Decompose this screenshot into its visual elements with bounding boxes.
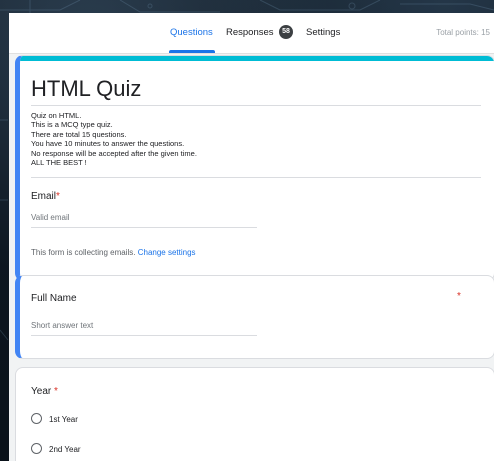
question-card-full-name[interactable]: Full Name * Short answer text xyxy=(15,275,494,359)
collecting-emails-note: This form is collecting emails. Change s… xyxy=(31,248,196,257)
top-navigation-bar: Questions Responses 58 Settings Total po… xyxy=(9,13,494,54)
required-asterisk: * xyxy=(54,386,58,397)
radio-option-2nd-year[interactable] xyxy=(31,443,42,454)
description-underline xyxy=(31,177,481,178)
form-title[interactable]: HTML Quiz xyxy=(31,76,141,102)
description-line: No response will be accepted after the g… xyxy=(31,148,197,158)
tab-questions[interactable]: Questions xyxy=(170,27,213,38)
description-line: ALL THE BEST ! xyxy=(31,158,87,168)
email-label-text: Email xyxy=(31,191,57,202)
change-settings-link[interactable]: Change settings xyxy=(138,248,196,257)
description-line: There are total 15 questions. xyxy=(31,129,127,139)
header-color-strip xyxy=(20,56,494,61)
email-field[interactable]: Valid email xyxy=(31,213,70,222)
short-answer-underline xyxy=(31,335,257,336)
short-answer-field[interactable]: Short answer text xyxy=(31,321,93,330)
tab-responses[interactable]: Responses xyxy=(226,27,274,38)
email-label: Email* xyxy=(31,191,60,202)
required-asterisk: * xyxy=(457,291,461,302)
question-card-year[interactable]: Year * 1st Year 2nd Year xyxy=(15,367,494,461)
required-asterisk: * xyxy=(56,191,60,202)
radio-option-1st-year[interactable] xyxy=(31,413,42,424)
description-line: This is a MCQ type quiz. xyxy=(31,120,113,130)
collecting-emails-text: This form is collecting emails. xyxy=(31,248,136,257)
question-title[interactable]: Full Name xyxy=(31,293,77,304)
question-title[interactable]: Year * xyxy=(31,386,58,397)
total-points-label: Total points: 15 xyxy=(436,28,490,37)
tab-settings[interactable]: Settings xyxy=(306,27,340,38)
option-label: 2nd Year xyxy=(49,445,81,454)
option-label: 1st Year xyxy=(49,415,78,424)
forms-editor-panel: Questions Responses 58 Settings Total po… xyxy=(9,13,494,461)
question-title-text: Year xyxy=(31,386,52,397)
responses-count-badge: 58 xyxy=(279,25,293,39)
active-tab-indicator xyxy=(169,50,215,53)
description-line: You have 10 minutes to answer the questi… xyxy=(31,139,185,149)
email-field-underline xyxy=(31,227,257,228)
description-line: Quiz on HTML. xyxy=(31,111,82,120)
form-header-card[interactable]: HTML Quiz Quiz on HTML. This is a MCQ ty… xyxy=(15,55,494,281)
form-description[interactable]: Quiz on HTML. This is a MCQ type quiz. T… xyxy=(31,111,197,167)
title-underline xyxy=(31,105,481,106)
